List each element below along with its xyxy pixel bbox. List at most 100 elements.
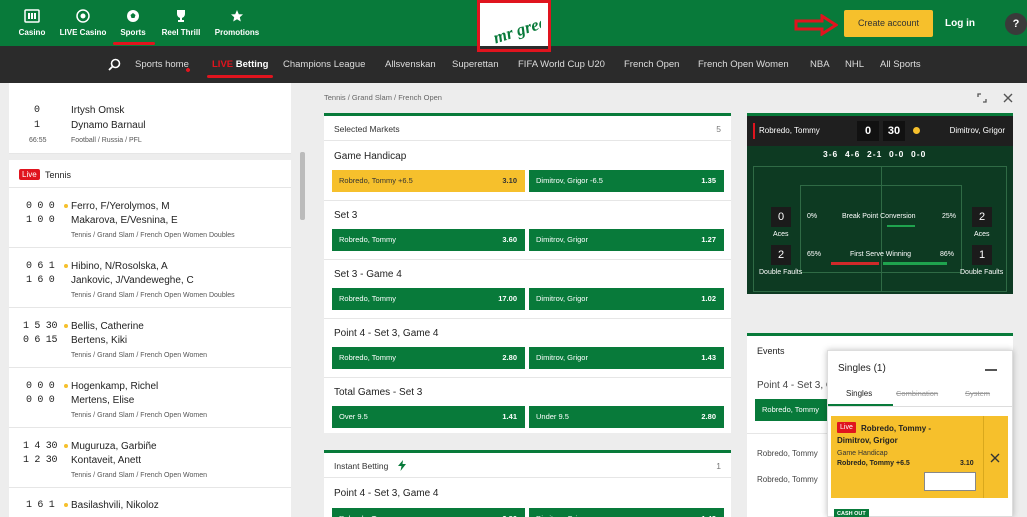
selection-name: Under 9.5 (536, 412, 569, 421)
divider (983, 416, 984, 498)
list-item[interactable]: 1 5 30 0 6 15 Bellis, Catherine Bertens,… (9, 308, 291, 368)
nav-sports[interactable]: Sports (117, 0, 149, 46)
bet-market: Game Handicap (837, 450, 888, 457)
score: 1 0 0 (26, 215, 55, 226)
scrollbar-thumb[interactable] (300, 152, 305, 220)
subnav-french-open-women[interactable]: French Open Women (698, 59, 789, 70)
subnav-sports-home[interactable]: Sports home (135, 59, 189, 70)
match-meta: Tennis / Grand Slam / French Open Women (71, 472, 208, 479)
selection-name: Robredo, Tommy +6.5 (339, 176, 413, 185)
create-account-button[interactable]: Create account (844, 10, 933, 37)
help-icon[interactable]: ? (1005, 13, 1027, 35)
list-item[interactable]: 0 1 Irtysh Omsk Dynamo Barnaul 66:55 Foo… (9, 83, 291, 154)
instant-betting-card: Instant Betting 1 Point 4 - Set 3, Game … (324, 450, 731, 517)
odds-value: 17.00 (498, 294, 517, 303)
player-name: Basilashvili, Nikoloz (71, 500, 159, 511)
remove-bet-icon[interactable] (990, 453, 1000, 463)
odds-button[interactable]: Dimitrov, Grigor -6.5 1.35 (529, 170, 724, 192)
selection-name: Dimitrov, Grigor (536, 353, 588, 362)
odds-button[interactable]: Robredo, Tommy (755, 399, 835, 421)
subnav-fifa-u20[interactable]: FIFA World Cup U20 (518, 59, 605, 70)
list-item[interactable]: 0 6 1 1 6 0 Hibino, N/Rosolska, A Jankov… (9, 248, 291, 308)
event-row[interactable]: Robredo, Tommy (757, 475, 818, 484)
match-meta: Tennis / Grand Slam / French Open Women (71, 352, 208, 359)
player-name: Bellis, Catherine (71, 321, 144, 332)
list-item[interactable]: 0 0 0 0 0 0 Hogenkamp, Richel Mertens, E… (9, 368, 291, 428)
player-name: Hibino, N/Rosolska, A (71, 261, 168, 272)
subnav-allsvenskan[interactable]: Allsvenskan (385, 59, 436, 70)
bet-odds: 3.10 (960, 460, 974, 467)
slip-title: Singles (1) (838, 363, 886, 374)
subnav-nhl[interactable]: NHL (845, 59, 864, 70)
breadcrumb[interactable]: Tennis / Grand Slam / French Open (324, 93, 442, 102)
subnav-all-sports[interactable]: All Sports (880, 59, 921, 70)
selection-name: Over 9.5 (339, 412, 368, 421)
search-icon[interactable] (108, 58, 121, 71)
nav-live-casino[interactable]: LIVE Casino (58, 0, 108, 46)
odds-value: 1.27 (701, 235, 716, 244)
odds-value: 2.80 (502, 508, 517, 517)
odds-button[interactable]: Robredo, Tommy 3.60 (332, 229, 525, 251)
list-item[interactable]: 0 0 0 1 0 0 Ferro, F/Yerolymos, M Makaro… (9, 188, 291, 248)
subnav-champions-league[interactable]: Champions League (283, 59, 365, 70)
subnav-nba[interactable]: NBA (810, 59, 830, 70)
odds-button[interactable]: Robredo, Tommy 2.80 (332, 508, 525, 517)
red-tick-annotation (185, 67, 191, 73)
bet-match-name: Robredo, Tommy - Dimitrov, Grigor (837, 424, 932, 445)
close-icon[interactable] (1003, 93, 1013, 103)
selection-name: Dimitrov, Grigor -6.5 (536, 176, 603, 185)
odds-button[interactable]: Dimitrov, Grigor 1.43 (529, 347, 724, 369)
tab-combination[interactable]: Combination (896, 389, 938, 398)
tab-system[interactable]: System (965, 389, 990, 398)
nav-casino[interactable]: Casino (14, 0, 50, 46)
selection-name: Dimitrov, Grigor (536, 294, 588, 303)
selected-markets-card: Selected Markets 5 Game Handicap Robredo… (324, 113, 731, 433)
subnav-live-betting[interactable]: LIVE Betting (212, 59, 268, 70)
stake-input[interactable] (924, 472, 976, 491)
list-item[interactable]: 1 4 30 1 2 30 Muguruza, Garbiñe Kontavei… (9, 428, 291, 488)
market-title: Point 4 - Set 3, Game 4 (334, 488, 439, 499)
nav-reel-thrill[interactable]: Reel Thrill (160, 0, 202, 46)
player-color-bar (753, 123, 755, 139)
match-meta: Tennis / Grand Slam / French Open Women … (71, 292, 235, 299)
nav-label: Reel Thrill (161, 28, 201, 37)
match-meta: Tennis / Grand Slam / French Open Women (71, 412, 208, 419)
odds-button-selected[interactable]: Robredo, Tommy +6.5 3.10 (332, 170, 525, 192)
player-2-name: Dimitrov, Grigor (949, 126, 1005, 135)
list-item[interactable]: 1 6 1 Basilashvili, Nikoloz (9, 488, 291, 517)
active-underline (113, 42, 155, 45)
odds-button[interactable]: Under 9.5 2.80 (529, 406, 724, 428)
divider (828, 406, 1013, 407)
serve-indicator (64, 204, 68, 208)
tab-singles[interactable]: Singles (846, 389, 872, 398)
subnav-superettan[interactable]: Superettan (452, 59, 498, 70)
divider (324, 477, 731, 478)
fs-bar-player-1 (831, 262, 879, 265)
market-title: Set 3 (334, 210, 358, 221)
market-title: Point 4 - Set 3, G (757, 380, 834, 391)
team-name: Dynamo Barnaul (71, 120, 146, 131)
odds-value: 1.43 (701, 508, 716, 517)
player-name: Jankovic, J/Vandeweghe, C (71, 275, 194, 286)
fs-player-1: 65% (807, 251, 822, 258)
stat-label: Aces (773, 231, 789, 238)
selection-name: Robredo, Tommy (339, 235, 396, 244)
odds-button[interactable]: Over 9.5 1.41 (332, 406, 525, 428)
odds-button[interactable]: Robredo, Tommy 17.00 (332, 288, 525, 310)
serve-indicator (64, 444, 68, 448)
odds-button[interactable]: Dimitrov, Grigor 1.27 (529, 229, 724, 251)
match-time: 66:55 (29, 137, 47, 144)
odds-button[interactable]: Robredo, Tommy 2.80 (332, 347, 525, 369)
expand-icon[interactable] (977, 93, 987, 103)
selection-name: Robredo, Tommy (339, 508, 396, 517)
login-link[interactable]: Log in (945, 10, 975, 37)
minimize-icon[interactable] (985, 369, 997, 371)
subnav-french-open[interactable]: French Open (624, 59, 679, 70)
event-row[interactable]: Robredo, Tommy (757, 449, 818, 458)
odds-button[interactable]: Dimitrov, Grigor 1.43 (529, 508, 724, 517)
odds-button[interactable]: Dimitrov, Grigor 1.02 (529, 288, 724, 310)
nav-promotions[interactable]: Promotions (213, 0, 261, 46)
sport-title: Tennis (45, 170, 72, 180)
player-name: Bertens, Kiki (71, 335, 128, 346)
live-label: LIVE (212, 59, 234, 70)
